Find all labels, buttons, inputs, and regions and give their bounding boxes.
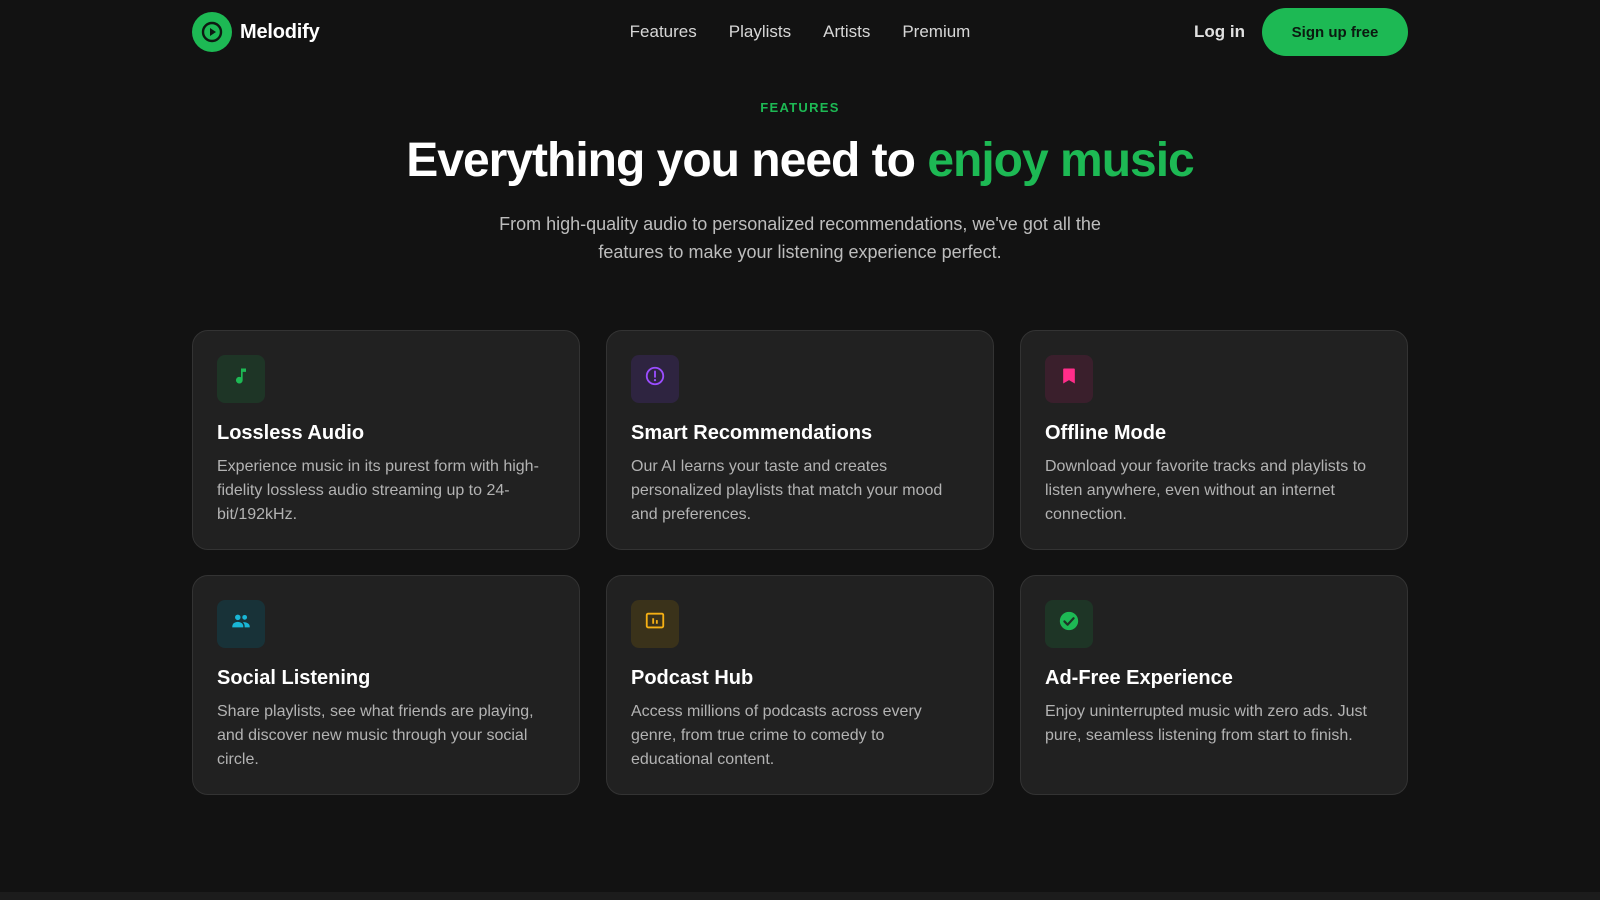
- nav-link-features[interactable]: Features: [630, 22, 697, 42]
- feature-card-offline-mode: Offline Mode Download your favorite trac…: [1020, 329, 1408, 550]
- signup-button[interactable]: Sign up free: [1262, 8, 1408, 56]
- headline-main: Everything you need to: [406, 134, 928, 187]
- feature-card-social-listening: Social Listening Share playlists, see wh…: [192, 574, 580, 795]
- check-circle-icon: [1058, 610, 1080, 637]
- feature-title: Ad-Free Experience: [1045, 666, 1233, 689]
- hero-subtitle: From high-quality audio to personalized …: [499, 213, 1101, 262]
- feature-description: Experience music in its purest form with…: [217, 457, 539, 523]
- nav-actions: Log in Sign up free: [1194, 8, 1408, 56]
- feature-icon-box: [217, 354, 265, 403]
- feature-description: Share playlists, see what friends are pl…: [217, 702, 534, 768]
- headline-accent: enjoy music: [927, 134, 1194, 187]
- brand-name: Melodify: [240, 20, 320, 43]
- play-circle-icon: [192, 12, 232, 52]
- feature-title: Smart Recommendations: [631, 421, 873, 444]
- feature-card-smart-recommendations: Smart Recommendations Our AI learns your…: [606, 329, 994, 550]
- feature-card-ad-free-experience: Ad-Free Experience Enjoy uninterrupted m…: [1020, 574, 1408, 795]
- bookmark-icon: [1059, 366, 1079, 391]
- feature-description: Access millions of podcasts across every…: [631, 702, 922, 768]
- nav-link-premium[interactable]: Premium: [902, 22, 970, 42]
- nav-link-artists[interactable]: Artists: [823, 22, 870, 42]
- feature-title: Podcast Hub: [631, 666, 754, 689]
- nav-links: Features Playlists Artists Premium: [630, 0, 971, 64]
- page-title: Everything you need to enjoy music: [192, 134, 1408, 188]
- top-nav: Melodify Features Playlists Artists Prem…: [192, 0, 1408, 64]
- feature-title: Lossless Audio: [217, 421, 365, 444]
- nav-link-playlists[interactable]: Playlists: [729, 22, 791, 42]
- feature-card-lossless-audio: Lossless Audio Experience music in its p…: [192, 329, 580, 550]
- podcast-icon: [644, 610, 666, 637]
- feature-icon-box: [1045, 599, 1093, 648]
- feature-description: Our AI learns your taste and creates per…: [631, 457, 943, 523]
- feature-title: Offline Mode: [1045, 421, 1167, 444]
- alert-circle-icon: [644, 365, 666, 392]
- feature-description: Enjoy uninterrupted music with zero ads.…: [1045, 702, 1367, 744]
- music-note-icon: [231, 366, 251, 391]
- feature-icon-box: [1045, 354, 1093, 403]
- section-eyebrow: FEATURES: [760, 100, 840, 115]
- feature-description: Download your favorite tracks and playli…: [1045, 457, 1367, 523]
- people-icon: [230, 610, 252, 637]
- feature-card-podcast-hub: Podcast Hub Access millions of podcasts …: [606, 574, 994, 795]
- login-link[interactable]: Log in: [1194, 22, 1245, 42]
- feature-icon-box: [217, 599, 265, 648]
- feature-grid: Lossless Audio Experience music in its p…: [192, 329, 1408, 795]
- brand-logo-link[interactable]: Melodify: [192, 12, 320, 52]
- footer-edge: [0, 892, 1600, 900]
- feature-title: Social Listening: [217, 666, 371, 689]
- hero-section: FEATURES Everything you need to enjoy mu…: [192, 64, 1408, 266]
- feature-icon-box: [631, 599, 679, 648]
- feature-icon-box: [631, 354, 679, 403]
